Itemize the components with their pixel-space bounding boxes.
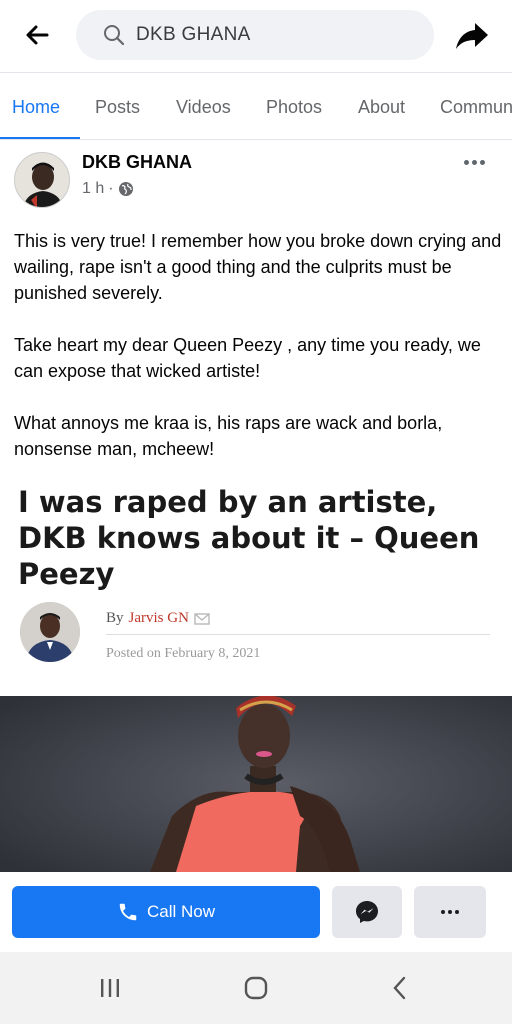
avatar-image — [15, 153, 69, 207]
meta-separator: · — [108, 180, 114, 197]
tab-photos[interactable]: Photos — [266, 97, 322, 118]
article-photo-image — [0, 696, 512, 872]
dot — [471, 159, 477, 165]
dot — [448, 910, 452, 914]
call-now-label: Call Now — [146, 902, 216, 921]
article-photo[interactable] — [0, 696, 512, 872]
home-button[interactable] — [236, 970, 276, 1006]
article-byline: By Jarvis GN Posted on February 8, 2021 — [18, 600, 498, 670]
home-icon — [244, 976, 268, 1000]
call-now-button[interactable]: Call Now — [12, 886, 320, 938]
author-photo — [20, 602, 80, 662]
cta-bar: Call Now — [0, 872, 512, 952]
dot — [479, 159, 485, 165]
posted-date: Posted on February 8, 2021 — [106, 646, 261, 661]
share-icon — [456, 23, 488, 49]
search-icon — [104, 25, 125, 46]
back-button[interactable] — [20, 18, 54, 52]
post-meta: 1 h · — [82, 180, 134, 198]
top-bar: DKB GHANA — [0, 0, 512, 72]
tab-community[interactable]: Commun — [440, 97, 512, 118]
post-paragraph: Take heart my dear Queen Peezy , any tim… — [14, 335, 481, 381]
page-avatar[interactable] — [14, 152, 70, 208]
by-line: By Jarvis GN — [106, 610, 210, 627]
article-title[interactable]: I was raped by an artiste, DKB knows abo… — [18, 484, 498, 592]
search-input[interactable]: DKB GHANA — [76, 10, 434, 60]
share-button[interactable] — [452, 16, 492, 56]
by-prefix: By — [106, 610, 124, 626]
post-text: This is very true! I remember how you br… — [14, 228, 502, 488]
chevron-left-icon — [393, 976, 406, 1000]
system-nav-bar — [0, 952, 512, 1024]
post-more-button[interactable] — [458, 152, 490, 172]
post-header: DKB GHANA 1 h · — [0, 140, 512, 216]
phone-icon — [119, 903, 137, 921]
post-paragraph: What annoys me kraa is, his raps are wac… — [14, 413, 443, 459]
tab-posts[interactable]: Posts — [95, 97, 140, 118]
globe-icon — [118, 182, 133, 196]
tab-about[interactable]: About — [358, 97, 405, 118]
author-avatar — [20, 602, 80, 662]
search-query: DKB GHANA — [136, 24, 251, 45]
page-tabs: Home Posts Videos Photos About Commun — [0, 72, 512, 140]
dot — [441, 910, 445, 914]
page-name[interactable]: DKB GHANA — [82, 152, 192, 173]
post-time[interactable]: 1 h — [82, 180, 104, 198]
author-link[interactable]: Jarvis GN — [129, 610, 189, 627]
messenger-icon — [356, 901, 378, 923]
mail-icon[interactable] — [194, 612, 210, 625]
tab-home[interactable]: Home — [12, 97, 60, 118]
recent-apps-button[interactable] — [90, 970, 130, 1006]
back-arrow-icon — [26, 25, 49, 45]
messenger-button[interactable] — [332, 886, 402, 938]
system-back-button[interactable] — [380, 970, 420, 1006]
more-options-button[interactable] — [414, 886, 486, 938]
dot — [463, 159, 469, 165]
post-paragraph: This is very true! I remember how you br… — [14, 231, 502, 303]
dot — [455, 910, 459, 914]
byline-divider — [106, 634, 490, 635]
recent-apps-icon — [101, 979, 119, 997]
tab-videos[interactable]: Videos — [176, 97, 231, 118]
